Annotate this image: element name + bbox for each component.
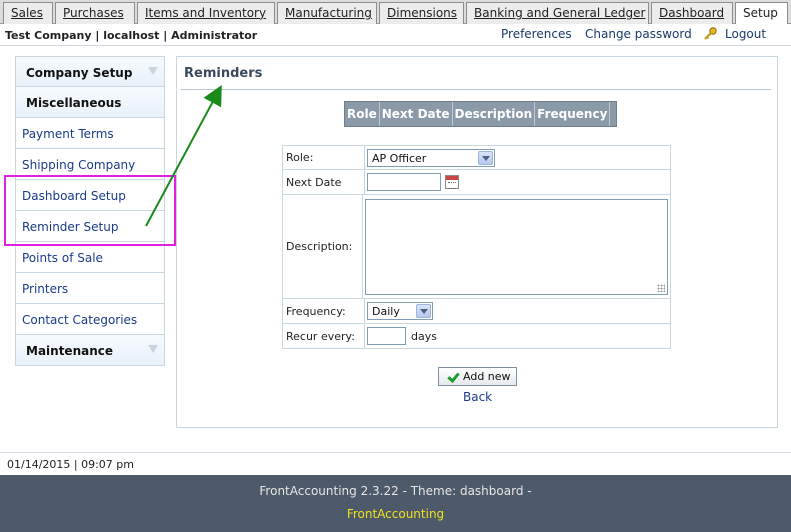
- annotation-arrow-icon: [145, 84, 222, 227]
